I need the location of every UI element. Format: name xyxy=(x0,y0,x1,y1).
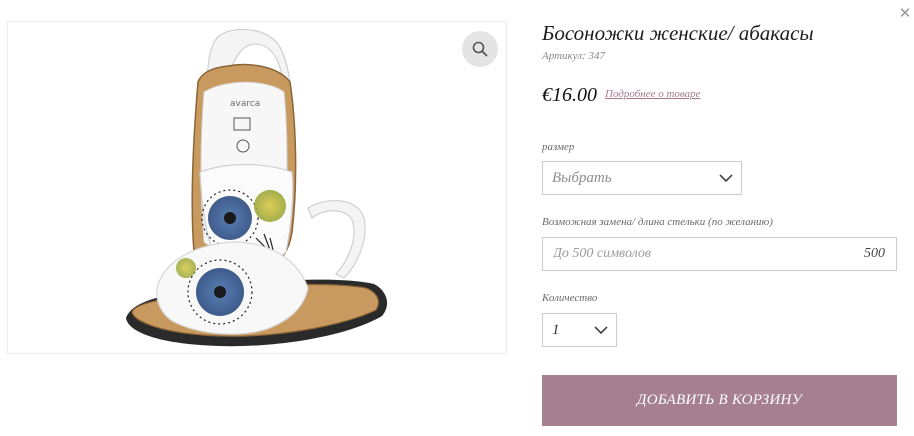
product-title: Босоножки женские/ абакасы xyxy=(542,21,814,45)
product-price: €16.00 xyxy=(542,84,597,106)
close-button[interactable]: ✕ xyxy=(896,4,914,22)
size-select-value: Выбрать xyxy=(552,170,612,186)
insole-note-field: 500 xyxy=(542,237,897,271)
quantity-select[interactable]: 1 xyxy=(542,313,617,347)
quantity-select-value: 1 xyxy=(552,322,560,338)
add-to-cart-button[interactable]: ДОБАВИТЬ В КОРЗИНУ xyxy=(542,375,897,426)
product-image[interactable]: avarca xyxy=(8,22,506,353)
search-icon xyxy=(472,41,488,57)
chevron-down-icon xyxy=(719,174,733,183)
svg-text:avarca: avarca xyxy=(230,99,260,109)
chevron-down-icon xyxy=(594,326,608,335)
close-icon: ✕ xyxy=(898,4,912,22)
size-select[interactable]: Выбрать xyxy=(542,161,742,195)
zoom-button[interactable] xyxy=(462,31,498,67)
char-counter: 500 xyxy=(864,246,885,261)
insole-note-label: Возможная замена/ длина стельки (по жела… xyxy=(542,216,773,228)
product-image-frame: avarca xyxy=(7,21,507,354)
size-label: размер xyxy=(542,141,575,153)
product-details-link[interactable]: Подробнее о товаре xyxy=(605,88,701,100)
insole-note-input[interactable] xyxy=(543,238,843,270)
quantity-label: Количество xyxy=(542,292,598,304)
product-sku: Артикул: 347 xyxy=(542,50,605,62)
